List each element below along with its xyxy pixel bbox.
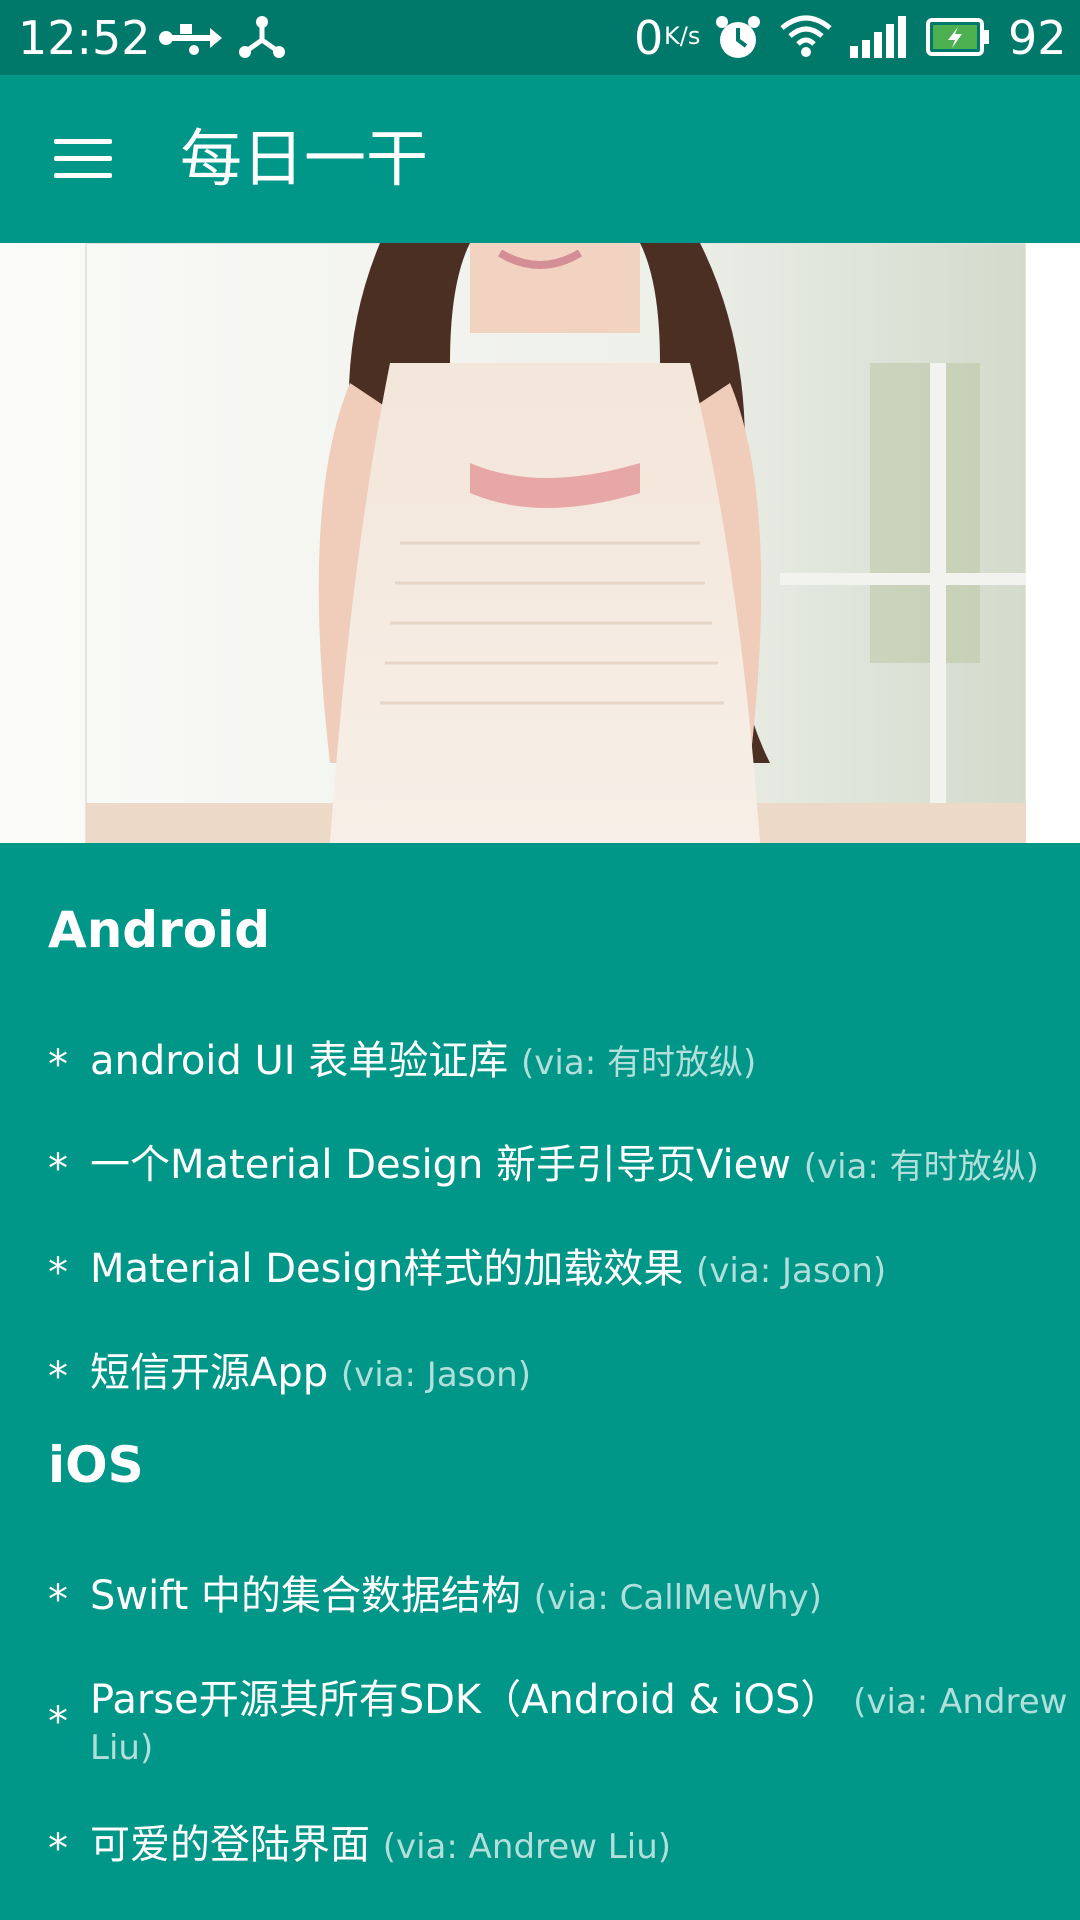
battery-percent: 92 — [1008, 11, 1067, 65]
hamburger-menu-icon[interactable] — [54, 139, 112, 179]
net-speed-value: 0 — [634, 11, 664, 65]
net-speed-unit: K/s — [664, 22, 701, 50]
item-text: 一个Material Design 新手引导页View — [90, 1142, 791, 1188]
item-via: (via: CallMeWhy) — [533, 1578, 822, 1618]
share-node-icon — [239, 16, 285, 58]
section-title-ios: iOS — [48, 1436, 144, 1494]
item-text: Material Design样式的加载效果 — [90, 1246, 684, 1292]
wifi-icon — [780, 15, 832, 57]
daily-list: Android * android UI 表单验证库 (via: 有时放纵) *… — [0, 843, 1080, 1920]
bullet: * — [48, 1250, 68, 1296]
item-title[interactable]: Swift 中的集合数据结构 (via: CallMeWhy) — [90, 1574, 1070, 1620]
item-via: (via: 有时放纵) — [803, 1147, 1039, 1187]
item-text: 可爱的登陆界面 — [90, 1822, 370, 1868]
bullet: * — [48, 1577, 68, 1623]
hero-photo — [0, 243, 1080, 843]
item-text: android UI 表单验证库 — [90, 1038, 509, 1084]
item-text: Swift 中的集合数据结构 — [90, 1573, 521, 1619]
item-via: (via: 有时放纵) — [521, 1043, 757, 1083]
bullet: * — [48, 1354, 68, 1400]
app-bar: 每日一干 — [0, 75, 1080, 243]
item-title[interactable]: 可爱的登陆界面 (via: Andrew Liu) — [90, 1823, 1070, 1869]
bullet: * — [48, 1146, 68, 1192]
bullet: * — [48, 1042, 68, 1088]
item-via: (via: Jason) — [340, 1355, 531, 1395]
usb-icon — [159, 24, 222, 55]
photo-illustration — [0, 243, 1080, 843]
item-via: (via: Andrew Liu) — [382, 1827, 672, 1867]
item-text: 短信开源App — [90, 1350, 329, 1396]
item-text: Parse开源其所有SDK（Android & iOS） — [90, 1677, 841, 1723]
bullet: * — [48, 1826, 68, 1872]
section-title-android: Android — [48, 901, 271, 959]
signal-icon — [850, 16, 906, 58]
item-title[interactable]: android UI 表单验证库 (via: 有时放纵) — [90, 1039, 1070, 1085]
status-time: 12:52 — [18, 11, 151, 65]
item-title[interactable]: Material Design样式的加载效果 (via: Jason) — [90, 1247, 1070, 1293]
battery-charging-icon — [926, 18, 989, 56]
item-via: (via: Jason) — [696, 1251, 887, 1291]
app-title: 每日一干 — [180, 122, 429, 195]
bullet: * — [48, 1699, 68, 1745]
status-bar: 12:52 0 K/s 92 — [0, 0, 1080, 75]
alarm-icon — [716, 16, 760, 58]
item-title[interactable]: 一个Material Design 新手引导页View (via: 有时放纵) — [90, 1143, 1070, 1189]
item-title[interactable]: 短信开源App (via: Jason) — [90, 1351, 1070, 1397]
item-title[interactable]: Parse开源其所有SDK（Android & iOS） (via: Andre… — [90, 1678, 1070, 1770]
